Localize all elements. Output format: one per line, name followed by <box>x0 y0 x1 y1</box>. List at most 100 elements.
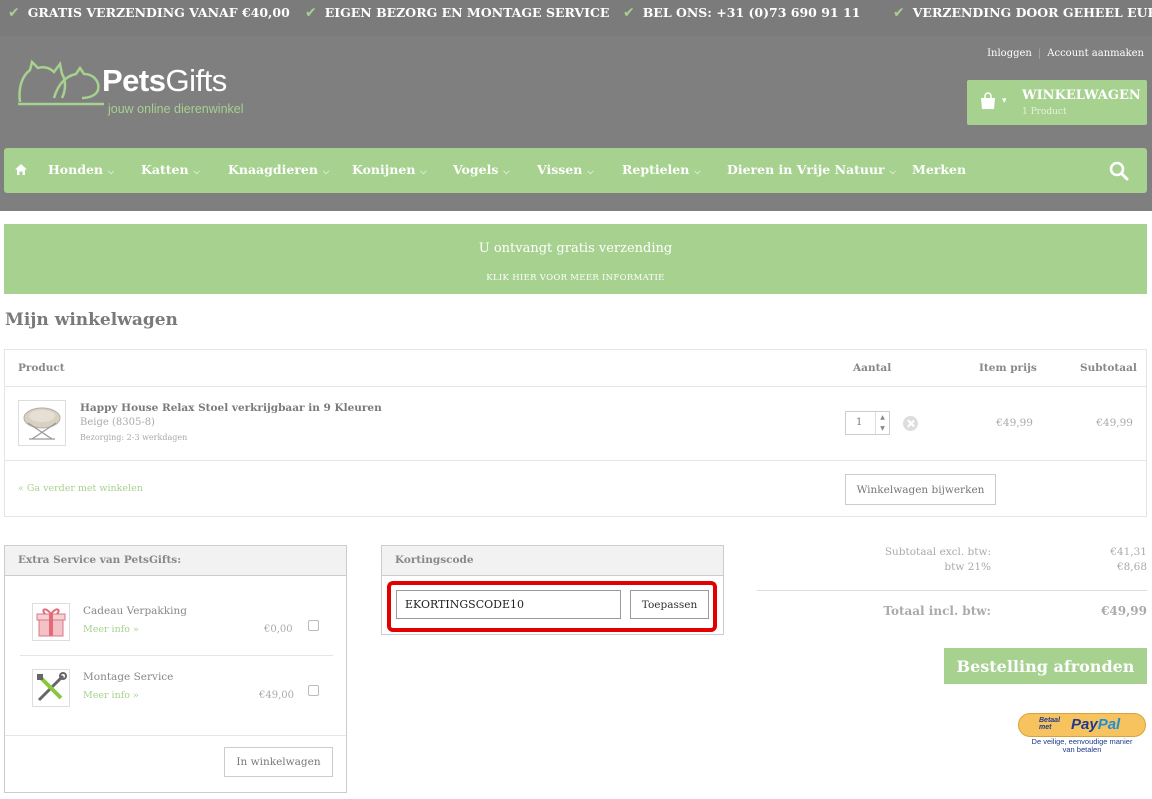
nav-item-konijnen[interactable]: Konijnen ⌵ <box>352 162 427 177</box>
usp-item: ✔ BEL ONS: +31 (0)73 690 91 11 <box>623 5 861 21</box>
subtotal-label: Subtotaal excl. btw: <box>884 546 991 558</box>
account-links: Inloggen | Account aanmaken <box>987 48 1144 59</box>
total-label: Totaal incl. btw: <box>883 604 991 618</box>
delivery-time: Bezorging: 2-3 werkdagen <box>80 433 188 442</box>
free-shipping-banner[interactable]: U ontvangt gratis verzending KLIK HIER V… <box>4 224 1147 294</box>
divider <box>20 655 333 656</box>
home-icon[interactable] <box>15 164 27 175</box>
total-value: €49,99 <box>1101 604 1147 618</box>
pets-logo-icon <box>18 59 104 106</box>
chevron-down-icon: ▾ <box>1002 96 1007 106</box>
login-link[interactable]: Inloggen <box>987 48 1032 59</box>
vat-label: btw 21% <box>944 561 991 573</box>
checkout-button[interactable]: Bestelling afronden <box>944 648 1147 684</box>
apply-coupon-button[interactable]: Toepassen <box>630 590 709 619</box>
register-link[interactable]: Account aanmaken <box>1047 48 1144 59</box>
column-header-qty: Aantal <box>853 362 892 374</box>
logo[interactable]: PetsGifts jouw online dierenwinkel <box>14 58 254 122</box>
paypal-logo: PayPal <box>1071 716 1121 733</box>
montage-checkbox[interactable] <box>308 685 319 696</box>
service-price: €0,00 <box>264 624 293 635</box>
usp-item: ✔ EIGEN BEZORG EN MONTAGE SERVICE <box>305 5 610 21</box>
usp-item: ✔ GRATIS VERZENDING VANAF €40,00 <box>8 5 290 21</box>
service-name: Montage Service <box>83 671 174 683</box>
divider <box>757 590 1147 591</box>
divider <box>5 735 346 736</box>
quantity-stepper[interactable]: 1 ▲ ▼ <box>845 411 890 435</box>
check-icon: ✔ <box>893 5 905 21</box>
cart-count: 1 Product <box>1022 107 1067 117</box>
chevron-down-icon: ⌵ <box>889 167 896 176</box>
usp-bar: ✔ GRATIS VERZENDING VANAF €40,00 ✔ EIGEN B… <box>0 0 1152 36</box>
nav-item-katten[interactable]: Katten ⌵ <box>141 162 200 177</box>
paypal-button[interactable]: Betaal met PayPal De veilige, eenvoudige… <box>1018 713 1146 754</box>
cart-label: WINKELWAGEN <box>1022 88 1141 103</box>
chevron-down-icon: ⌵ <box>193 167 200 176</box>
paypal-pill: Betaal met PayPal <box>1018 713 1146 737</box>
banner-link[interactable]: KLIK HIER VOOR MEER INFORMATIE <box>4 273 1147 283</box>
logo-text: PetsGifts <box>102 63 227 98</box>
vat-value: €8,68 <box>1116 561 1147 573</box>
page-title: Mijn winkelwagen <box>5 310 178 330</box>
column-header-price: Item prijs <box>979 362 1037 374</box>
product-thumbnail[interactable] <box>18 400 66 446</box>
product-name[interactable]: Happy House Relax Stoel verkrijgbaar in … <box>80 402 382 414</box>
search-icon[interactable] <box>1109 161 1129 181</box>
paypal-small-text: Betaal met <box>1039 717 1061 731</box>
chair-image <box>23 407 61 440</box>
service-price: €49,00 <box>259 690 294 701</box>
nav-item-knaagdieren[interactable]: Knaagdieren ⌵ <box>228 162 329 177</box>
paypal-tagline: De veilige, eenvoudige manier van betalen <box>1031 737 1133 754</box>
montage-image <box>32 669 70 707</box>
usp-item: ✔VERZENDING DOOR GEHEEL EUROPA <box>893 5 1152 21</box>
cart-button[interactable]: ▾ WINKELWAGEN 1 Product <box>967 80 1147 125</box>
chevron-down-icon: ⌵ <box>503 167 510 176</box>
chevron-up-icon[interactable]: ▲ <box>876 412 889 423</box>
nav-item-vissen[interactable]: Vissen ⌵ <box>537 162 593 177</box>
site-header: PetsGifts jouw online dierenwinkel Inlog… <box>0 36 1152 211</box>
divider <box>5 386 1146 387</box>
chevron-down-icon: ⌵ <box>322 167 330 176</box>
more-info-link[interactable]: Meer info » <box>83 624 139 635</box>
panel-title: Extra Service van PetsGifts: <box>18 554 182 566</box>
main-nav: Honden ⌵ Katten ⌵ Knaagdieren ⌵ Konijnen ⌵ V… <box>4 148 1147 193</box>
nav-item-dieren-in-vrije-natuur[interactable]: Dieren in Vrije Natuur ⌵ <box>727 162 896 177</box>
nav-item-reptielen[interactable]: Reptielen ⌵ <box>622 162 700 177</box>
chevron-down-icon: ⌵ <box>587 167 594 176</box>
column-header-subtotal: Subtotaal <box>1080 362 1137 374</box>
update-cart-button[interactable]: Winkelwagen bijwerken <box>845 474 996 505</box>
subtotal-value: €41,31 <box>1110 546 1147 558</box>
product-variant: Beige (8305-8) <box>80 417 155 428</box>
nav-item-merken[interactable]: Merken <box>912 162 966 177</box>
divider: | <box>1037 48 1042 59</box>
remove-item-icon[interactable] <box>903 416 918 431</box>
quantity-value[interactable]: 1 <box>856 417 862 428</box>
item-price: €49,99 <box>996 417 1033 429</box>
coupon-input[interactable] <box>396 590 621 619</box>
check-icon: ✔ <box>305 5 317 21</box>
panel-header: Kortingscode <box>382 546 723 576</box>
chevron-down-icon[interactable]: ▼ <box>876 423 889 434</box>
gift-icon <box>36 608 66 637</box>
more-info-link[interactable]: Meer info » <box>83 690 139 701</box>
service-name: Cadeau Verpakking <box>83 605 187 617</box>
nav-item-vogels[interactable]: Vogels ⌵ <box>453 162 509 177</box>
item-subtotal: €49,99 <box>1096 417 1133 429</box>
add-to-cart-button[interactable]: In winkelwagen <box>224 747 333 777</box>
extra-services-panel: Extra Service van PetsGifts: Cadeau Verp… <box>4 545 347 793</box>
gift-wrap-checkbox[interactable] <box>308 620 319 631</box>
chevron-down-icon: ⌵ <box>108 167 115 176</box>
panel-title: Kortingscode <box>395 554 474 566</box>
chevron-down-icon: ⌵ <box>694 167 701 176</box>
shopping-bag-icon <box>981 92 995 109</box>
banner-title: U ontvangt gratis verzending <box>478 241 673 256</box>
panel-header: Extra Service van PetsGifts: <box>5 546 346 576</box>
gift-wrap-image <box>32 603 70 641</box>
column-header-product: Product <box>18 362 65 374</box>
check-icon: ✔ <box>8 5 20 21</box>
continue-shopping-link[interactable]: « Ga verder met winkelen <box>18 483 143 494</box>
spinner[interactable]: ▲ ▼ <box>875 412 889 434</box>
logo-tagline: jouw online dierenwinkel <box>108 102 244 116</box>
cart-table: Product Aantal Item prijs Subtotaal Happ… <box>4 349 1147 517</box>
nav-item-honden[interactable]: Honden ⌵ <box>48 162 114 177</box>
